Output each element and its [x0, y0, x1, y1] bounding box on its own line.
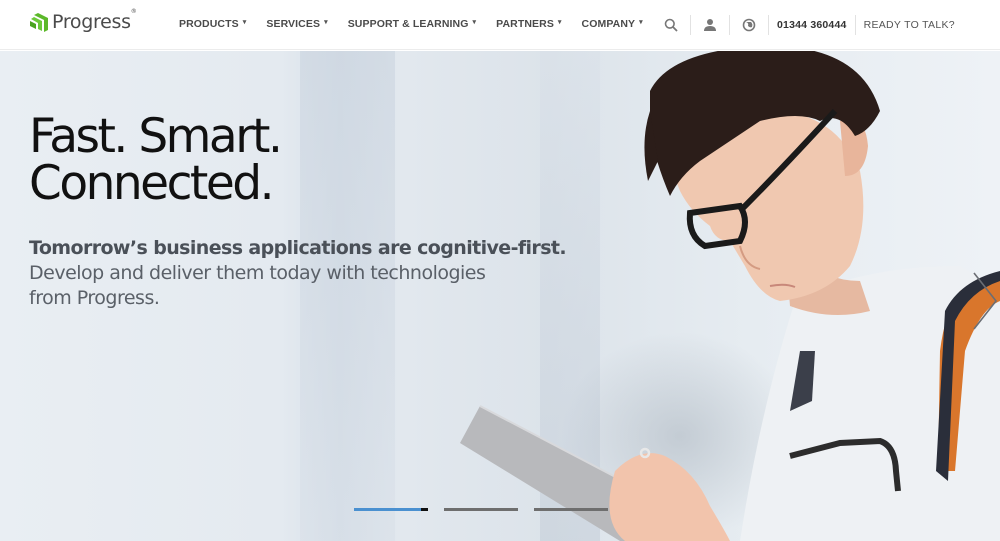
carousel-indicator-3[interactable] — [534, 508, 608, 511]
hero-banner: Fast. Smart. Connected. Tomorrow’s busin… — [0, 51, 1000, 541]
divider — [690, 15, 691, 35]
nav-label: COMPANY — [581, 18, 636, 30]
caret-down-icon: ▾ — [242, 19, 247, 26]
body-line-2: from Progress. — [29, 287, 160, 309]
nav-company[interactable]: COMPANY ▾ — [582, 18, 643, 30]
progress-logo[interactable]: Progress® — [29, 7, 137, 33]
caret-down-icon: ▾ — [472, 19, 477, 26]
nav-label: SERVICES — [266, 18, 321, 30]
progress-logo-icon — [30, 13, 48, 32]
nav-support-learning[interactable]: SUPPORT & LEARNING ▾ — [348, 18, 476, 30]
site-header: Progress® PRODUCTS ▾ SERVICES ▾ SUPPORT … — [0, 0, 1000, 50]
phone-number[interactable]: 01344 360444 — [777, 19, 847, 31]
nav-label: SUPPORT & LEARNING — [347, 18, 469, 30]
nav-label: PARTNERS — [496, 18, 554, 30]
carousel-indicators — [354, 508, 624, 511]
account-button[interactable] — [699, 14, 721, 36]
nav-services[interactable]: SERVICES ▾ — [266, 18, 327, 30]
caret-down-icon: ▾ — [639, 19, 643, 26]
ready-to-talk-link[interactable]: READY TO TALK? — [864, 19, 955, 31]
caret-down-icon: ▾ — [557, 19, 562, 26]
carousel-indicator-2[interactable] — [444, 508, 518, 511]
divider — [768, 15, 769, 35]
user-icon — [704, 19, 716, 31]
carousel-indicator-1[interactable] — [354, 508, 428, 511]
hero-subheadline: Tomorrow’s business applications are cog… — [29, 237, 567, 259]
divider — [854, 15, 856, 35]
utility-bar: 01344 360444 READY TO TALK? — [660, 13, 955, 37]
language-button[interactable] — [738, 14, 760, 36]
carousel-progress-fill — [354, 508, 421, 511]
hero-headline: Fast. Smart. Connected. — [29, 109, 283, 211]
hero-body-text: Develop and deliver them today with tech… — [29, 261, 549, 311]
body-line-1: Develop and deliver them today with tech… — [29, 262, 486, 284]
nav-partners[interactable]: PARTNERS ▾ — [496, 18, 561, 30]
chevron-right-icon[interactable] — [968, 269, 1000, 333]
search-icon — [664, 18, 678, 32]
globe-icon — [742, 18, 756, 32]
caret-down-icon: ▾ — [324, 19, 328, 26]
headline-line-1: Fast. Smart. — [29, 109, 283, 164]
nav-products[interactable]: PRODUCTS ▾ — [179, 18, 246, 30]
divider — [729, 15, 730, 35]
headline-line-2: Connected. — [29, 156, 275, 211]
main-nav: PRODUCTS ▾ SERVICES ▾ SUPPORT & LEARNING… — [179, 18, 663, 30]
nav-label: PRODUCTS — [179, 18, 239, 30]
logo-text: Progress® — [52, 7, 137, 33]
search-button[interactable] — [660, 14, 682, 36]
